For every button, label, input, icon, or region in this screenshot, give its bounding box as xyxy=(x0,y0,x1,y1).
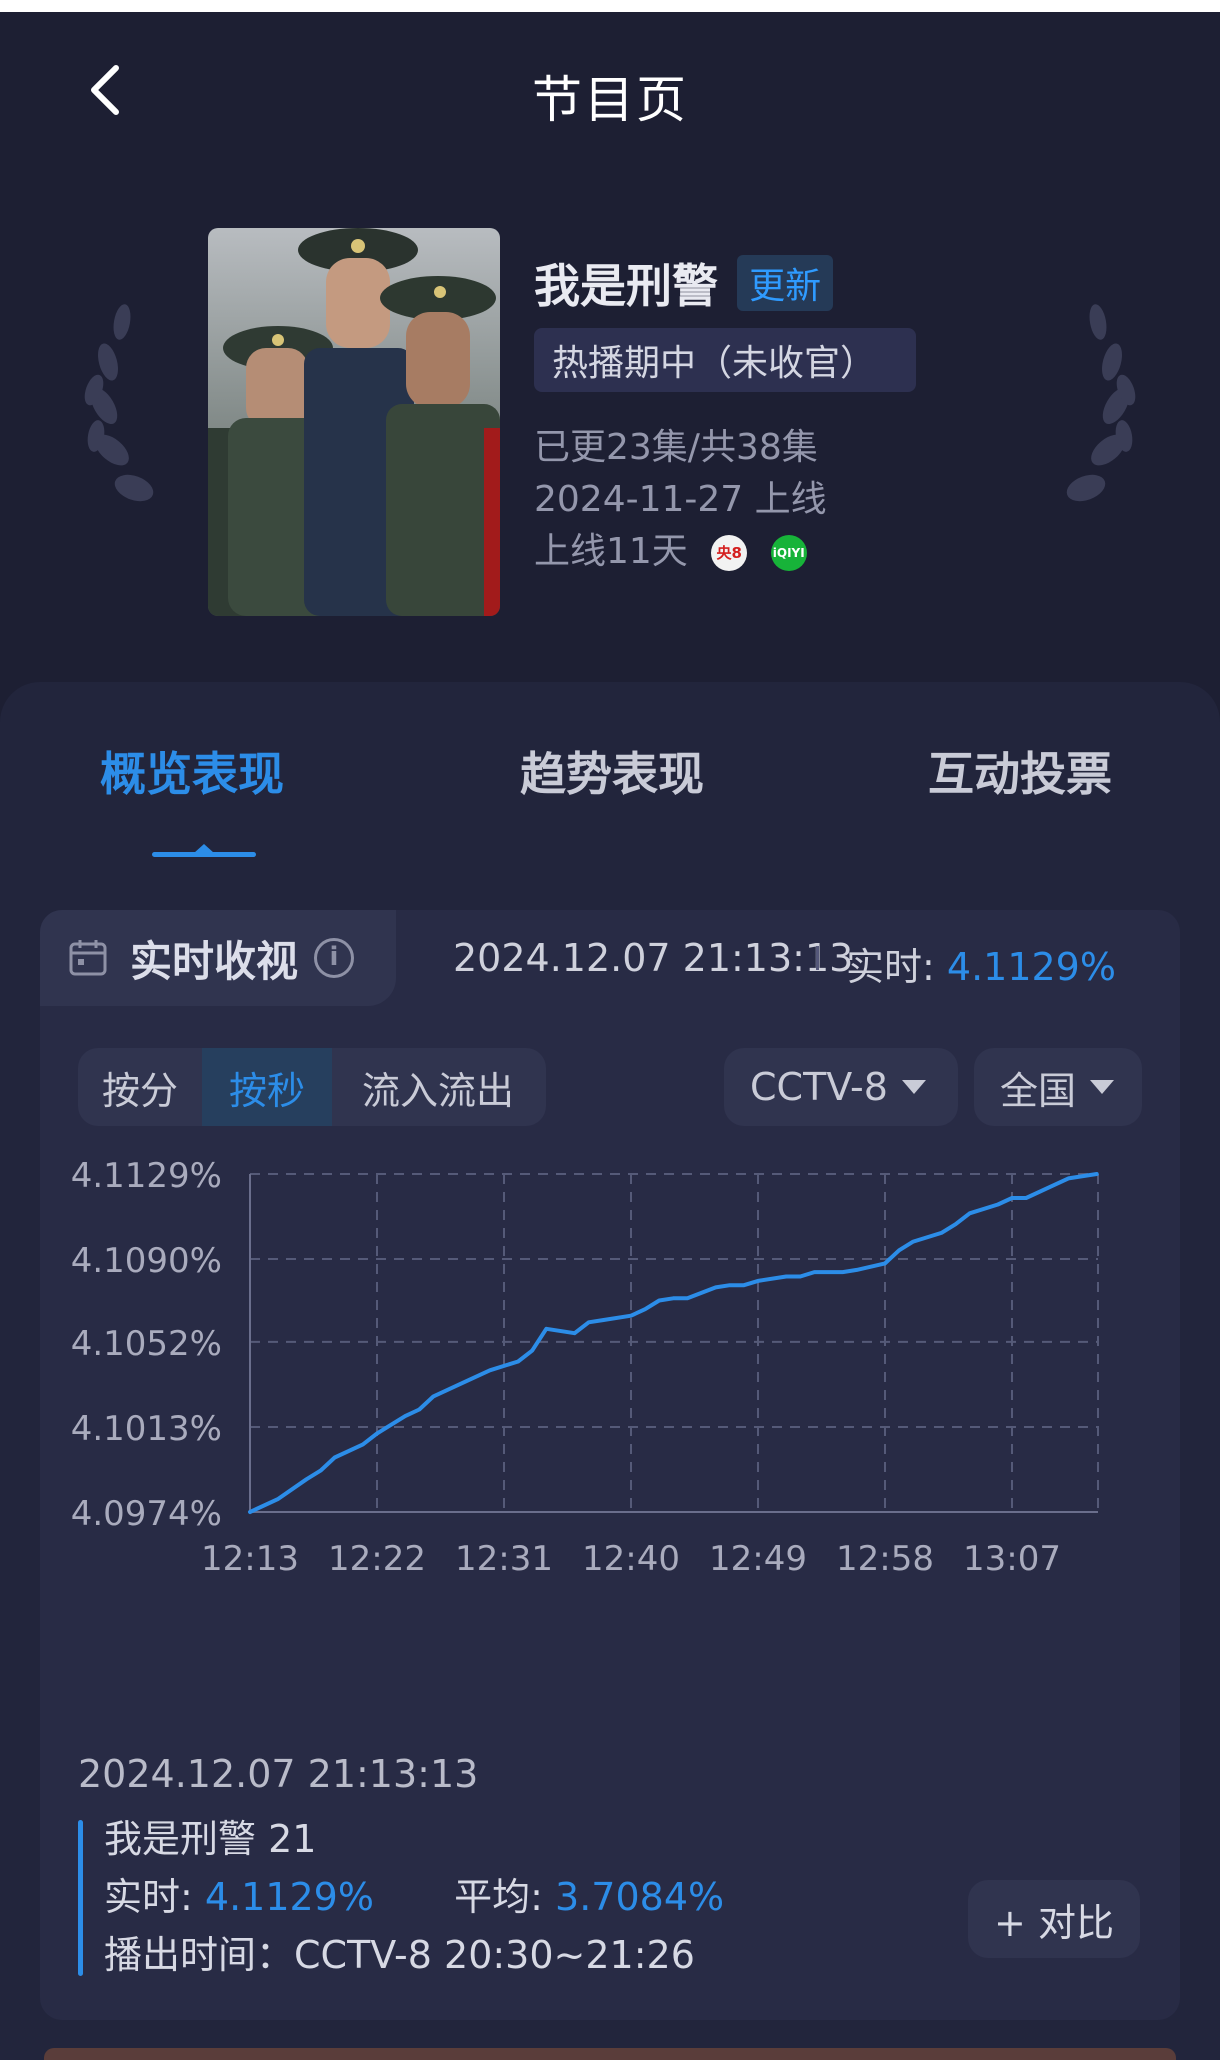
tab-overview[interactable]: 概览表现 xyxy=(100,738,284,804)
realtime-header[interactable]: 实时收视 i xyxy=(40,910,396,1006)
realtime-card: 实时收视 i 2024.12.07 21:13:13 实时: 4.1129% 按… xyxy=(40,910,1180,2020)
footer-avg-label: 平均: xyxy=(454,1875,556,1919)
page-title: 节目页 xyxy=(532,71,688,129)
realtime-line-chart: 4.1129% 4.1090% 4.1052% 4.1013% 4.0974% 12:13… xyxy=(71,1158,1099,1579)
tab-indicator xyxy=(152,852,256,857)
episode-count: 已更23集/共38集 xyxy=(534,427,818,468)
footer-rt-value: 4.1129% xyxy=(204,1875,374,1919)
episode-name: 我是刑警 21 xyxy=(104,1817,317,1861)
seg-flow[interactable]: 流入流出 xyxy=(332,1048,544,1126)
x-tick-label: 12:58 xyxy=(836,1539,934,1579)
calendar-icon xyxy=(69,940,107,976)
rating-summary: 实时: 4.1129% 平均: 3.7084% xyxy=(104,1866,724,1921)
seg-by-minute[interactable]: 按分 xyxy=(78,1048,202,1126)
y-tick-label: 4.1090% xyxy=(71,1241,222,1281)
y-tick-label: 4.1013% xyxy=(71,1409,222,1449)
tab-bar: 概览表现 趋势表现 互动投票 xyxy=(0,682,1220,862)
laurel-left-icon xyxy=(84,304,154,502)
status-strip xyxy=(0,0,1220,12)
tab-trend[interactable]: 趋势表现 xyxy=(520,738,704,804)
region-select-value: 全国 xyxy=(1000,1068,1077,1113)
cctv8-logo-icon[interactable]: 央8 xyxy=(711,535,748,571)
show-poster[interactable] xyxy=(208,228,500,616)
days-online: 上线11天 xyxy=(534,531,688,572)
realtime-rating-value: 4.1129% xyxy=(946,945,1116,989)
y-tick-label: 4.1129% xyxy=(71,1158,222,1196)
airtime: 播出时间：CCTV-8 20:30~21:26 xyxy=(104,1933,695,1977)
days-online-row: 上线11天 央8 iQIYI xyxy=(534,526,1154,578)
show-title: 我是刑警 xyxy=(534,259,718,313)
realtime-rating: 实时: 4.1129% xyxy=(846,936,1116,991)
caret-down-icon xyxy=(901,1080,926,1094)
divider xyxy=(816,946,819,970)
x-tick-label: 12:13 xyxy=(201,1539,299,1579)
x-tick-label: 13:07 xyxy=(963,1539,1061,1579)
compare-button[interactable]: + 对比 xyxy=(968,1880,1140,1958)
footer-rt-label: 实时: xyxy=(104,1875,205,1919)
iqiyi-logo-icon[interactable]: iQIYI xyxy=(770,535,807,571)
y-tick-label: 4.1052% xyxy=(71,1324,222,1364)
show-info: 我是刑警 更新 热播期中（未收官） 已更23集/共38集 2024-11-27 … xyxy=(534,250,1154,578)
header: 节目页 xyxy=(0,12,1220,172)
x-tick-label: 12:31 xyxy=(455,1539,553,1579)
footer-timestamp: 2024.12.07 21:13:13 xyxy=(78,1752,479,1796)
x-tick-label: 12:49 xyxy=(709,1539,807,1579)
tab-vote[interactable]: 互动投票 xyxy=(928,738,1112,804)
seg-by-second[interactable]: 按秒 xyxy=(202,1048,332,1126)
granularity-segmented-control: 按分 按秒 流入流出 xyxy=(78,1048,546,1126)
realtime-timestamp: 2024.12.07 21:13:13 xyxy=(453,936,854,980)
caret-down-icon xyxy=(1090,1080,1115,1094)
update-badge: 更新 xyxy=(737,255,834,311)
x-tick-label: 12:22 xyxy=(328,1539,426,1579)
region-select[interactable]: 全国 xyxy=(974,1048,1142,1126)
status-chip: 热播期中（未收官） xyxy=(534,328,916,392)
realtime-rating-label: 实时: xyxy=(846,945,947,989)
channel-select-value: CCTV-8 xyxy=(750,1065,888,1109)
y-tick-label: 4.0974% xyxy=(71,1494,222,1534)
release-date: 2024-11-27 上线 xyxy=(534,479,827,520)
episode-accent-bar xyxy=(78,1820,83,1976)
next-section-edge xyxy=(44,2048,1176,2060)
x-tick-label: 12:40 xyxy=(582,1539,680,1579)
channel-select[interactable]: CCTV-8 xyxy=(724,1048,958,1126)
info-icon[interactable]: i xyxy=(314,938,355,978)
footer-avg-value: 3.7084% xyxy=(555,1875,725,1919)
realtime-label: 实时收视 xyxy=(130,936,299,986)
stats-panel: 概览表现 趋势表现 互动投票 实时收视 i 2024.12.07 21:13:1… xyxy=(0,682,1220,2060)
